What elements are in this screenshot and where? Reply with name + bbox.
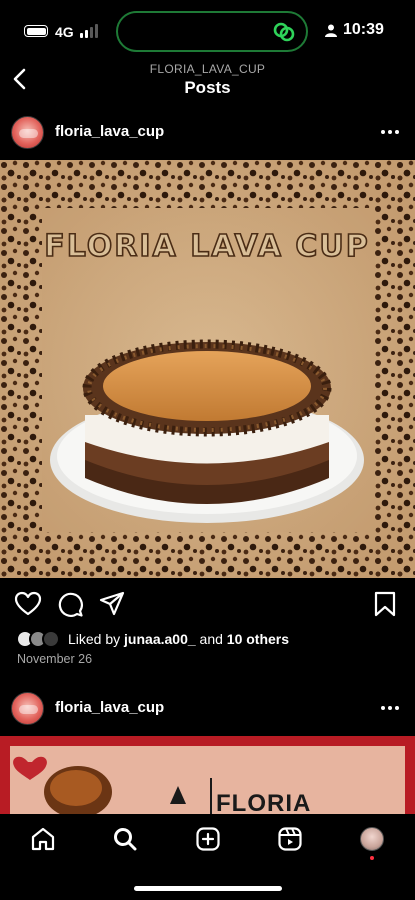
network-type: 4G: [55, 24, 74, 40]
more-options-button[interactable]: [381, 699, 401, 717]
avatar[interactable]: [11, 692, 44, 725]
liked-by-prefix: Liked by: [68, 631, 121, 647]
liked-by-user[interactable]: junaa.a00_: [124, 631, 196, 647]
post-image[interactable]: FLORIA LAVA CUP: [0, 160, 415, 578]
more-options-button[interactable]: [381, 123, 401, 141]
more-dot-icon: [381, 130, 385, 134]
avatar: [42, 630, 60, 648]
post-header: floria_lava_cup: [0, 107, 415, 157]
nav-home[interactable]: [28, 824, 58, 854]
liked-by-others[interactable]: 10 others: [227, 631, 289, 647]
dynamic-island[interactable]: [116, 11, 308, 52]
avatar[interactable]: [11, 116, 44, 149]
person-icon: [325, 24, 337, 37]
notification-dot: [370, 856, 374, 860]
liker-avatars: [16, 629, 62, 649]
comment-icon[interactable]: [56, 590, 84, 618]
liked-by-and: and: [199, 631, 223, 647]
more-dot-icon: [388, 706, 392, 710]
clock: 10:39: [325, 21, 384, 39]
post-date: November 26: [17, 652, 93, 666]
heart-icon[interactable]: [14, 590, 42, 618]
liked-by[interactable]: Liked by junaa.a00_ and 10 others: [16, 628, 289, 650]
more-dot-icon: [381, 706, 385, 710]
reels-icon: [278, 827, 302, 851]
post-username[interactable]: floria_lava_cup: [55, 123, 164, 140]
more-dot-icon: [388, 130, 392, 134]
send-icon[interactable]: [98, 590, 126, 618]
nav-reels[interactable]: [275, 824, 305, 854]
status-bar: 4G 10:39: [0, 0, 415, 62]
post-header: floria_lava_cup: [0, 683, 415, 733]
create-icon: [196, 827, 220, 851]
post-username[interactable]: floria_lava_cup: [55, 699, 164, 716]
post-image[interactable]: FLORIA: [0, 736, 415, 814]
link-icon: [273, 22, 295, 42]
search-icon: [114, 828, 137, 851]
page-title: Posts: [184, 78, 231, 97]
signal-icon: [80, 24, 100, 38]
account-name: FLORIA_LAVA_CUP: [149, 62, 266, 76]
more-dot-icon: [395, 706, 399, 710]
liked-by-text: Liked by junaa.a00_ and 10 others: [68, 631, 289, 647]
nav-profile[interactable]: [357, 824, 387, 854]
post-image-content: [10, 746, 405, 814]
time-label: 10:39: [343, 21, 384, 38]
brand-graphic: [13, 756, 212, 814]
nav-create[interactable]: [193, 824, 223, 854]
post-image-text: FLORIA: [216, 790, 312, 814]
post-actions: [0, 586, 415, 622]
nav-search[interactable]: [110, 824, 140, 854]
battery-icon: [24, 25, 48, 37]
image-title: FLORIA LAVA CUP: [44, 229, 369, 264]
cake-photo: FLORIA LAVA CUP: [0, 160, 415, 578]
page-header: FLORIA_LAVA_CUP Posts: [0, 58, 415, 104]
home-indicator[interactable]: [134, 886, 282, 891]
home-icon: [31, 827, 55, 851]
bookmark-icon[interactable]: [371, 590, 399, 618]
avatar: [360, 827, 384, 851]
more-dot-icon: [395, 130, 399, 134]
